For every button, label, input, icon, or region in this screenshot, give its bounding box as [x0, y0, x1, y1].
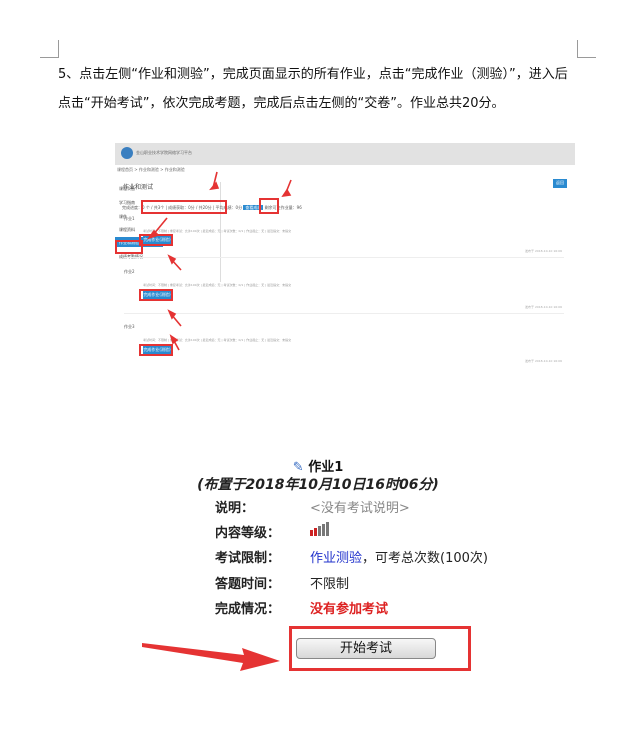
exam-title: ✎ 作业1	[0, 456, 636, 475]
limit-count: ，可考总次数(100次)	[362, 551, 488, 566]
homework-quiz-link[interactable]: 作业测验	[310, 551, 362, 566]
arrow-head	[169, 334, 179, 345]
start-exam-button[interactable]: 开始考试	[296, 638, 436, 659]
level-bar	[318, 526, 321, 536]
arrow-head	[281, 188, 292, 198]
crop-mark	[58, 40, 59, 58]
big-arrow	[142, 643, 280, 671]
level-bar	[322, 524, 325, 536]
level-bars-icon	[310, 521, 332, 540]
crop-mark	[577, 40, 578, 58]
description-value: <没有考试说明>	[310, 501, 410, 516]
homework-list-screenshot: 金山职业技术学院网络学习平台 课程首页 > 作业和测验 > 作业和测验 课程公告…	[115, 143, 575, 369]
pencil-icon: ✎	[292, 460, 304, 475]
instruction-paragraph: 5、点击左侧“作业和测验”，完成页面显示的所有作业，点击“完成作业（测验）”，进…	[58, 67, 568, 111]
row-label-level: 内容等级：	[215, 526, 281, 541]
level-bar	[314, 528, 317, 536]
crop-mark	[40, 57, 58, 58]
arrow-head	[146, 229, 160, 240]
row-label-status: 完成情况：	[215, 602, 281, 617]
status-value: 没有参加考试	[310, 602, 389, 617]
level-bar	[310, 530, 313, 536]
annotation-arrows	[146, 171, 292, 351]
crop-mark	[578, 57, 596, 58]
level-bar	[326, 522, 329, 536]
exam-title-text: 作业1	[308, 460, 344, 475]
row-label-description: 说明：	[215, 501, 255, 516]
arrow-head	[209, 181, 220, 191]
exam-subtitle: (布置于2018年10月10日16时06分)	[197, 477, 439, 493]
row-label-time: 答题时间：	[215, 577, 281, 592]
arrow-shape	[142, 643, 280, 671]
row-label-limit: 考试限制：	[215, 551, 281, 566]
time-value: 不限制	[310, 577, 350, 592]
limit-value: 作业测验，可考总次数(100次)	[310, 547, 488, 566]
